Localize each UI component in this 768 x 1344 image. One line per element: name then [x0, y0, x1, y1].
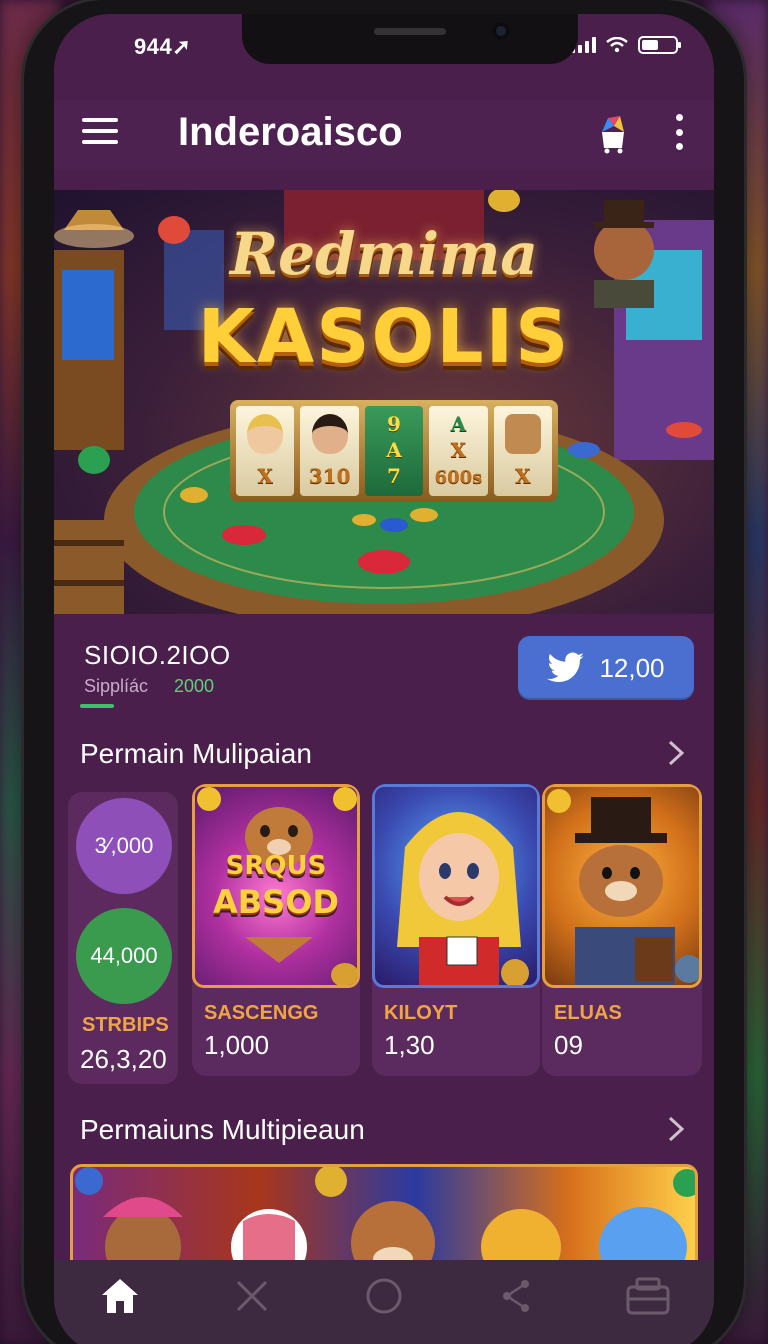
game-card-2[interactable]: KILOYT 1,30 [372, 784, 540, 1076]
reel-symbol: 7 [387, 464, 401, 488]
game-value-2: 1,30 [384, 1030, 435, 1060]
game-art-1: SRQUS ABSOD [192, 784, 360, 988]
twitter-icon [547, 652, 585, 683]
chevron-right-icon[interactable] [666, 740, 686, 766]
game-value-1: 1,000 [204, 1030, 270, 1060]
section-title-2: Permaiuns Multipieaun [80, 1114, 365, 1145]
featured-characters-art [75, 1167, 695, 1271]
reel-face-icon [311, 414, 348, 454]
reel-1: X [236, 406, 295, 496]
menu-icon[interactable] [82, 118, 118, 146]
reel-face-icon [504, 414, 541, 454]
battery-icon [638, 36, 681, 54]
balance-sub-value: 2000 [174, 676, 215, 696]
balance-value: SIOIO.2IOO [84, 640, 231, 670]
reel-symbol: 600s [434, 467, 483, 488]
featured-games-strip[interactable] [70, 1164, 698, 1274]
app-title: Inderoaisco [178, 110, 403, 154]
game-art-title-1: SRQUS [225, 851, 327, 881]
reel-5: X [493, 406, 553, 496]
circle-icon [366, 1278, 402, 1314]
twitter-share-button[interactable]: 12,00 [518, 636, 694, 700]
tab-share[interactable] [491, 1271, 541, 1321]
stat-circle-2[interactable]: 44,000 [76, 908, 172, 1004]
reel-symbol: X [257, 464, 273, 488]
stats-card: 3⁄,000 44,000 STRBIPS 26,3,20 [68, 792, 178, 1084]
slot-reels: X 310 9 A 7 A X 600s X [230, 400, 558, 502]
home-icon [102, 1279, 138, 1313]
speaker-grille [374, 28, 446, 35]
cart-icon[interactable] [594, 114, 632, 154]
status-icons [571, 36, 681, 54]
promo-banner[interactable]: Redmima KASOLIS X 310 9 A 7 A X 600s X [54, 190, 714, 614]
banner-subtitle: KASOLIS [197, 294, 571, 380]
balance-row: SIOIO.2IOO Sipplíác 2000 12,00 [54, 632, 714, 712]
camera-icon [492, 22, 510, 40]
game-name-1: SASCENGG [204, 1002, 319, 1024]
app-screen: 944➚ Inderoaisco Redmima KASOLIS X 310 9… [54, 14, 714, 1344]
game-art-2 [372, 784, 540, 988]
game-art-title-2: ABSOD [213, 883, 339, 921]
notch [242, 14, 578, 64]
girl-character-icon [397, 812, 529, 985]
wallet-icon [626, 1277, 670, 1315]
location-arrow-icon: ➚ [172, 34, 192, 59]
stat-name: STRBIPS [82, 1014, 169, 1036]
game-art-3 [542, 784, 702, 988]
game-card-1[interactable]: SRQUS ABSOD SASCENGG 1,000 [192, 784, 360, 1076]
phone-frame: 944➚ Inderoaisco Redmima KASOLIS X 310 9… [24, 0, 744, 1344]
status-time-text: 944 [134, 34, 173, 59]
more-icon[interactable] [676, 114, 686, 150]
balance-progress [80, 704, 114, 708]
app-header: Inderoaisco [54, 100, 714, 170]
tab-wallet[interactable] [623, 1271, 673, 1321]
balance-label: Sipplíác [84, 676, 149, 696]
tab-tools[interactable] [227, 1271, 277, 1321]
reel-2: 310 [300, 406, 359, 496]
bottom-tab-bar [54, 1260, 714, 1344]
tab-circle[interactable] [359, 1271, 409, 1321]
section-header-1: Permain Mulipaian [54, 734, 714, 774]
game-name-3: ELUAS [554, 1002, 622, 1024]
status-time: 944➚ [134, 34, 191, 60]
reel-3: 9 A 7 [364, 406, 424, 496]
game-value-3: 09 [554, 1030, 583, 1060]
game-name-2: KILOYT [384, 1002, 458, 1024]
reel-face-icon [247, 414, 284, 454]
tab-home[interactable] [95, 1271, 145, 1321]
reel-symbol-mid: A [386, 438, 402, 462]
twitter-button-label: 12,00 [599, 652, 665, 683]
reel-symbol: X [515, 464, 531, 488]
stat-value: 26,3,20 [80, 1044, 167, 1074]
tools-icon [236, 1280, 268, 1312]
banner-title: Redmima [229, 220, 538, 288]
section-title-1: Permain Mulipaian [80, 738, 312, 769]
game-card-3[interactable]: ELUAS 09 [542, 784, 702, 1076]
reel-4: A X 600s [429, 406, 488, 496]
section-header-2: Permaiuns Multipieaun [54, 1110, 714, 1150]
chevron-right-icon[interactable] [666, 1116, 686, 1142]
reel-symbol-top: A [450, 412, 467, 436]
reel-symbol-top: 9 [387, 412, 401, 436]
reel-symbol-mid: X [450, 438, 467, 462]
stat-circle-1[interactable]: 3⁄,000 [76, 798, 172, 894]
wifi-icon [606, 37, 628, 53]
beaver-tophat-icon [547, 789, 699, 985]
reel-symbol: 310 [308, 464, 351, 488]
share-icon [503, 1280, 529, 1312]
